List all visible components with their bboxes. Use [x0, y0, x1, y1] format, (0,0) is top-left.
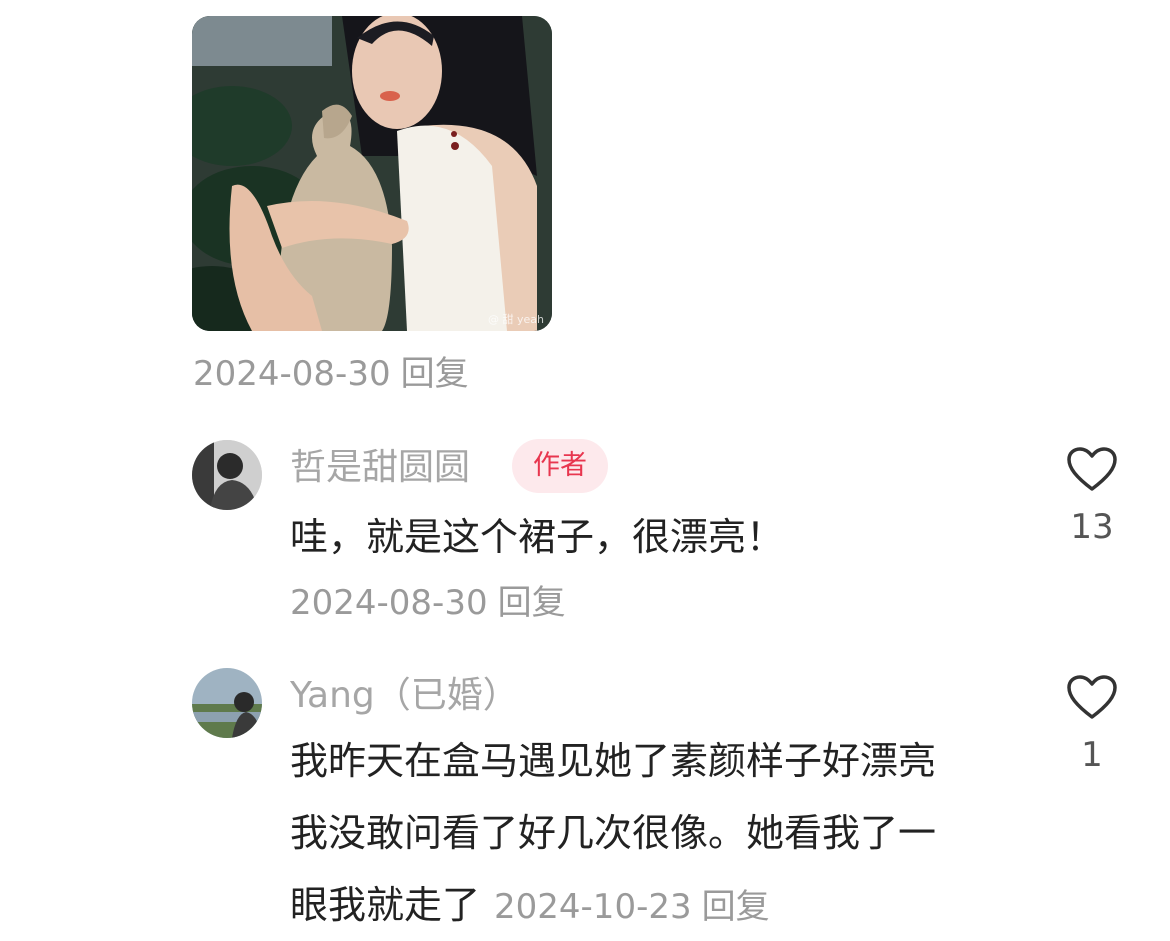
- comment-1-meta: 2024-08-30 回复: [290, 586, 566, 620]
- comment-1-username[interactable]: 哲是甜圆圆: [290, 450, 470, 486]
- image-watermark: @ 甜 yeah: [488, 313, 544, 326]
- comment-2-meta: 2024-10-23 回复: [494, 887, 770, 927]
- portrait-illustration: [192, 16, 552, 331]
- avatar-image: [192, 668, 262, 738]
- avatar-comment-1[interactable]: [192, 440, 262, 510]
- comment-2-username[interactable]: Yang（已婚）: [290, 678, 519, 714]
- avatar-image: [192, 440, 262, 510]
- comment-2-line: 我没敢问看了好几次很像。她看我了一: [290, 811, 937, 855]
- comment-1-text: 哇，就是这个裙子，很漂亮！: [290, 501, 784, 573]
- comment-1-like-button[interactable]: 13: [1062, 446, 1122, 544]
- avatar-comment-2[interactable]: [192, 668, 262, 738]
- comment-2-line-last: 眼我就走了 2024-10-23 回复: [290, 869, 936, 941]
- comment-1-line: 哇，就是这个裙子，很漂亮！: [290, 515, 785, 559]
- post-meta: 2024-08-30 回复: [193, 357, 469, 391]
- heart-outline-icon: [1067, 447, 1117, 491]
- comment-2-line: 我昨天在盒马遇见她了素颜样子好漂亮: [290, 739, 937, 783]
- author-badge: 作者: [512, 439, 608, 493]
- heart-outline-icon: [1067, 675, 1117, 719]
- post-image[interactable]: @ 甜 yeah: [192, 16, 552, 331]
- comment-2-like-count: 1: [1081, 735, 1103, 775]
- comment-2-line-text: 眼我就走了: [290, 883, 481, 927]
- comment-2-text: 我昨天在盒马遇见她了素颜样子好漂亮 我没敢问看了好几次很像。她看我了一 眼我就走…: [290, 725, 936, 941]
- comment-2-like-button[interactable]: 1: [1062, 674, 1122, 772]
- comment-1-reply-button[interactable]: 回复: [498, 583, 566, 623]
- comment-2-reply-button[interactable]: 回复: [702, 887, 770, 927]
- post-reply-button[interactable]: 回复: [401, 354, 469, 394]
- comment-1-date: 2024-08-30: [290, 583, 488, 623]
- comment-2-date: 2024-10-23: [494, 887, 692, 927]
- comment-1-like-count: 13: [1070, 507, 1114, 547]
- post-date: 2024-08-30: [193, 354, 391, 394]
